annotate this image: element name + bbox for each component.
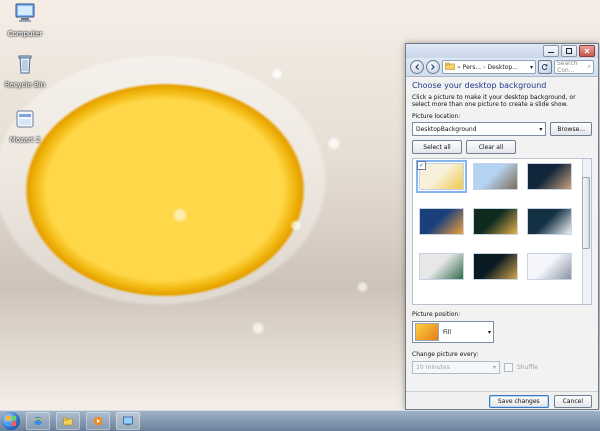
desktop-icon-mozart-2[interactable]: Mozart 2 — [0, 108, 50, 147]
thumbnail-checkbox[interactable]: ✓ — [417, 161, 426, 170]
thumbnail-6[interactable] — [527, 208, 572, 235]
page-title: Choose your desktop background — [412, 81, 547, 90]
cancel-button[interactable]: Cancel — [553, 395, 592, 408]
taskbar-file-explorer[interactable] — [56, 412, 80, 430]
window-footer: Save changes Cancel — [406, 391, 598, 409]
minimize-icon — [548, 52, 554, 53]
desktop-icon-computer[interactable]: Computer — [0, 2, 50, 41]
internet-explorer-icon — [33, 416, 43, 426]
picture-position-dropdown[interactable]: Fill ▾ — [412, 321, 494, 343]
window-content: Choose your desktop background Click a p… — [406, 77, 598, 378]
taskbar-personalization[interactable] — [116, 412, 140, 430]
thumbnail-1[interactable]: ✓ — [416, 160, 467, 193]
address-segment-2[interactable]: Desktop... — [488, 64, 518, 71]
picture-location-row: DesktopBackground ▾ Browse... — [412, 122, 592, 136]
desktop-icon-recycle-bin[interactable]: Recycle Bin — [0, 53, 50, 92]
chevron-down-icon: ▾ — [487, 328, 491, 336]
search-box[interactable]: Search Con... ⌕ — [554, 60, 594, 74]
refresh-button[interactable] — [538, 60, 552, 74]
window-titlebar — [406, 44, 598, 58]
thumbnail-3[interactable] — [527, 163, 572, 190]
computer-icon — [13, 2, 37, 24]
picture-position-row: Fill ▾ — [412, 321, 592, 343]
chevron-down-icon: ▾ — [492, 364, 496, 371]
search-icon: ⌕ — [587, 63, 591, 70]
thumbnail-4[interactable] — [419, 208, 464, 235]
forward-button[interactable] — [426, 60, 440, 74]
shuffle-label: Shuffle — [517, 364, 538, 371]
save-changes-button[interactable]: Save changes — [488, 395, 549, 408]
page-description: Click a picture to make it your desktop … — [412, 94, 576, 108]
back-button[interactable] — [410, 60, 424, 74]
thumbnail-9[interactable] — [527, 253, 572, 280]
search-input-placeholder: Search Con... — [557, 60, 578, 74]
browse-button[interactable]: Browse... — [550, 122, 592, 136]
folder-icon — [63, 417, 73, 426]
change-picture-label: Change picture every: — [412, 351, 479, 358]
desktop-background-window: » Pers... › Desktop... ▾ Search Con... ⌕… — [405, 43, 599, 410]
desktop-background-icon — [123, 416, 133, 426]
thumbnail-8[interactable] — [473, 253, 518, 280]
back-arrow-icon — [415, 64, 419, 70]
clear-all-button[interactable]: Clear all — [466, 140, 516, 154]
change-picture-interval-dropdown[interactable]: 10 minutes ▾ — [412, 361, 500, 374]
change-picture-interval-value: 10 minutes — [416, 364, 450, 371]
address-separator: › — [483, 63, 486, 71]
thumbnail-scrollbar-thumb[interactable] — [582, 177, 590, 249]
start-button[interactable] — [2, 412, 20, 430]
picture-location-dropdown[interactable]: DesktopBackground ▾ — [412, 122, 547, 136]
forward-arrow-icon — [431, 64, 435, 70]
maximize-button[interactable] — [561, 45, 577, 57]
minimize-button[interactable] — [543, 45, 559, 57]
picture-position-preview — [415, 323, 439, 341]
taskbar-media-player[interactable] — [86, 412, 110, 430]
maximize-icon — [566, 48, 572, 54]
media-player-icon — [93, 416, 103, 426]
address-separator: » — [457, 63, 461, 71]
shuffle-checkbox[interactable] — [504, 363, 513, 372]
navigation-bar: » Pers... › Desktop... ▾ Search Con... ⌕ — [406, 58, 598, 77]
selection-actions: Select all Clear all — [412, 140, 592, 154]
thumbnail-5[interactable] — [473, 208, 518, 235]
taskbar-internet-explorer[interactable] — [26, 412, 50, 430]
folder-icon — [445, 62, 455, 72]
picture-location-label: Picture location: — [412, 113, 461, 120]
picture-position-label: Picture position: — [412, 311, 461, 318]
thumbnail-scrollbar[interactable] — [582, 159, 591, 304]
picture-location-value: DesktopBackground — [416, 125, 477, 133]
refresh-icon — [541, 64, 548, 70]
thumbnail-2[interactable] — [473, 163, 518, 190]
recycle-bin-icon — [13, 53, 37, 75]
close-button[interactable] — [579, 45, 595, 57]
desktop-icon-label: Computer — [7, 30, 43, 38]
desktop-icon-label: Mozart 2 — [9, 136, 41, 144]
picture-position-value: Fill — [443, 328, 452, 336]
close-icon — [584, 48, 590, 54]
application-icon — [13, 108, 37, 130]
windows-logo-icon — [6, 416, 16, 426]
thumbnail-7[interactable] — [419, 253, 464, 280]
desktop-icon-label: Recycle Bin — [4, 81, 46, 89]
address-dropdown-icon[interactable]: ▾ — [530, 64, 533, 71]
chevron-down-icon: ▾ — [539, 125, 543, 133]
taskbar — [0, 410, 600, 431]
thumbnail-grid: ✓ — [416, 160, 572, 280]
thumbnail-picker: ✓ — [412, 158, 592, 305]
wallpaper-water-splash — [220, 0, 410, 410]
address-segment-1[interactable]: Pers... — [463, 64, 481, 71]
select-all-button[interactable]: Select all — [412, 140, 462, 154]
address-bar[interactable]: » Pers... › Desktop... ▾ — [442, 60, 536, 74]
slideshow-options: 10 minutes ▾ Shuffle — [412, 361, 592, 374]
